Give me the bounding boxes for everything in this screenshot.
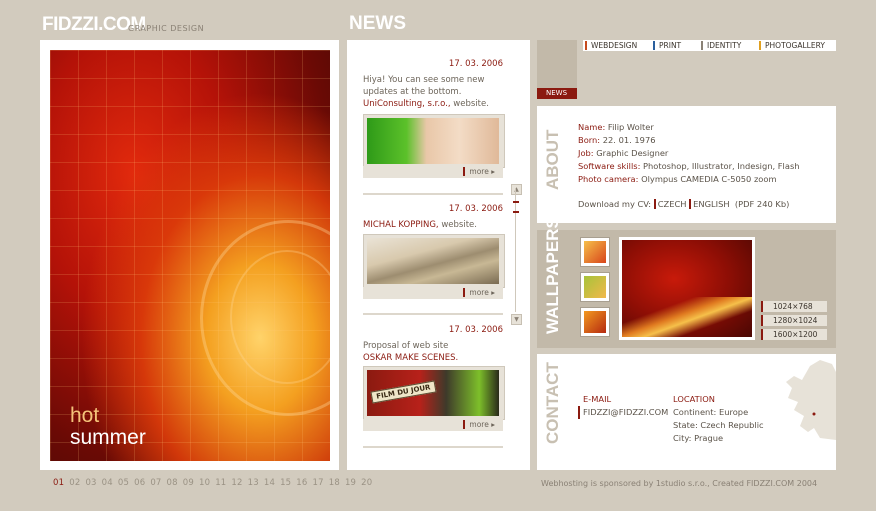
news-date: 17. 03. 2006 — [448, 325, 503, 335]
news-link[interactable]: MICHAL KOPPING, — [363, 220, 439, 230]
site-tagline: GRAPHIC DESIGN — [128, 24, 205, 33]
news-heading: NEWS — [349, 13, 406, 34]
page-link-06[interactable]: 06 — [134, 478, 145, 488]
about-label: ABOUT — [543, 129, 562, 190]
location-city: City: Prague — [673, 433, 724, 443]
location-continent: Continent: Europe — [673, 407, 749, 417]
about-row: Name: Filip Wolter — [578, 122, 654, 132]
location-state: State: Czech Republic — [673, 420, 764, 430]
page-link-19[interactable]: 19 — [345, 478, 356, 488]
artwork-image[interactable]: hot summer — [50, 50, 330, 461]
artwork-title-line1: hot — [70, 404, 100, 427]
about-row: Born: 22. 01. 1976 — [578, 135, 656, 145]
cv-english-link[interactable]: ENGLISH — [689, 199, 730, 209]
page-link-09[interactable]: 09 — [183, 478, 194, 488]
news-text: Hiya! You can see some new updates at th… — [363, 75, 489, 109]
page-link-18[interactable]: 18 — [329, 478, 340, 488]
divider — [363, 446, 503, 448]
page-link-07[interactable]: 07 — [150, 478, 161, 488]
more-bar: more ▸ — [363, 287, 503, 299]
menu-item-print[interactable]: PRINT — [653, 40, 681, 51]
more-bar: more ▸ — [363, 419, 503, 431]
wallpaper-thumbnail[interactable] — [580, 237, 610, 267]
news-thumbnail[interactable] — [363, 234, 505, 288]
about-row: Job: Graphic Designer — [578, 148, 669, 158]
artwork-panel: hot summer — [40, 40, 339, 470]
page-link-10[interactable]: 10 — [199, 478, 210, 488]
about-row: Photo camera: Olympus CAMEDIA C-5050 zoo… — [578, 174, 777, 184]
menu-item-photogallery[interactable]: PHOTOGALLERY — [759, 40, 825, 51]
news-item: 17. 03. 2006 Proposal of web site OSKAR M… — [363, 324, 503, 364]
news-thumbnail[interactable]: FILM DU JOUR — [363, 366, 505, 420]
news-thumbnail[interactable] — [363, 114, 505, 168]
news-text: Proposal of web site OSKAR MAKE SCENES. — [363, 341, 459, 363]
wallpaper-thumbnail[interactable] — [580, 307, 610, 337]
cv-download: Download my CV: CZECH ENGLISH (PDF 240 K… — [578, 199, 790, 209]
page-link-15[interactable]: 15 — [280, 478, 291, 488]
page-link-13[interactable]: 13 — [248, 478, 259, 488]
wallpaper-res-1600[interactable]: 1600×1200 — [761, 329, 827, 340]
news-tab-block — [537, 40, 577, 88]
about-details: Name: Filip Wolter Born: 22. 01. 1976 Jo… — [578, 121, 800, 186]
menu-item-identity[interactable]: IDENTITY — [701, 40, 741, 51]
wallpaper-preview[interactable] — [619, 237, 755, 340]
about-row: Software skills: Photoshop, Illustrator,… — [578, 161, 800, 171]
page-link-08[interactable]: 08 — [167, 478, 178, 488]
contact-label: CONTACT — [543, 362, 562, 444]
news-text: MICHAL KOPPING, website. — [363, 220, 477, 230]
page-link-12[interactable]: 12 — [231, 478, 242, 488]
film-du-jour-badge: FILM DU JOUR — [370, 380, 437, 404]
more-link[interactable]: more ▸ — [463, 167, 495, 176]
tab-news[interactable]: NEWS — [537, 88, 577, 99]
artwork-title-line2: summer — [70, 426, 146, 449]
news-item: 17. 03. 2006 Hiya! You can see some new … — [363, 58, 503, 110]
more-link[interactable]: more ▸ — [463, 420, 495, 429]
email-link[interactable]: FIDZZI@FIDZZI.COM — [578, 406, 668, 419]
news-link[interactable]: OSKAR MAKE SCENES. — [363, 353, 458, 363]
wallpaper-res-1024[interactable]: 1024×768 — [761, 301, 827, 312]
news-panel: 17. 03. 2006 Hiya! You can see some new … — [347, 40, 530, 470]
scrollbar-thumb[interactable] — [513, 201, 519, 213]
contact-email: E-MAIL FIDZZI@FIDZZI.COM — [578, 393, 668, 419]
news-link[interactable]: UniConsulting, s.r.o., — [363, 99, 451, 109]
page-link-16[interactable]: 16 — [296, 478, 307, 488]
divider — [363, 193, 503, 195]
page-link-17[interactable]: 17 — [313, 478, 324, 488]
divider — [363, 313, 503, 315]
wallpaper-thumbnail[interactable] — [580, 272, 610, 302]
contact-location: LOCATION Continent: Europe State: Czech … — [673, 393, 764, 445]
menu-item-webdesign[interactable]: WEBDESIGN — [585, 40, 637, 51]
news-date: 17. 03. 2006 — [448, 204, 503, 214]
page-link-02[interactable]: 02 — [69, 478, 80, 488]
page-link-03[interactable]: 03 — [85, 478, 96, 488]
cv-czech-link[interactable]: CZECH — [653, 199, 687, 209]
wallpaper-res-1280[interactable]: 1280×1024 — [761, 315, 827, 326]
top-menu: WEBDESIGN PRINT IDENTITY PHOTOGALLERY — [583, 40, 836, 51]
scroll-down-button[interactable]: ▼ — [511, 314, 522, 325]
news-date: 17. 03. 2006 — [448, 59, 503, 69]
page-link-01[interactable]: 01 — [53, 478, 64, 488]
email-heading: E-MAIL — [583, 394, 612, 404]
page-link-11[interactable]: 11 — [215, 478, 226, 488]
europe-map-icon — [786, 360, 836, 440]
wallpapers-label: WALLPAPERS — [543, 217, 562, 334]
page-link-14[interactable]: 14 — [264, 478, 275, 488]
news-item: 17. 03. 2006 MICHAL KOPPING, website. — [363, 203, 503, 231]
footer-credits: Webhosting is sponsored by 1studio s.r.o… — [541, 479, 818, 488]
more-bar: more ▸ — [363, 166, 503, 178]
scroll-up-button[interactable]: ▲ — [511, 184, 522, 195]
page-link-20[interactable]: 20 — [361, 478, 372, 488]
location-heading: LOCATION — [673, 394, 715, 404]
page-link-05[interactable]: 05 — [118, 478, 129, 488]
more-link[interactable]: more ▸ — [463, 288, 495, 297]
page-link-04[interactable]: 04 — [102, 478, 113, 488]
pagination: 01 02 03 04 05 06 07 08 09 10 11 12 13 14 15 16 17 18 19 20 — [53, 478, 377, 488]
